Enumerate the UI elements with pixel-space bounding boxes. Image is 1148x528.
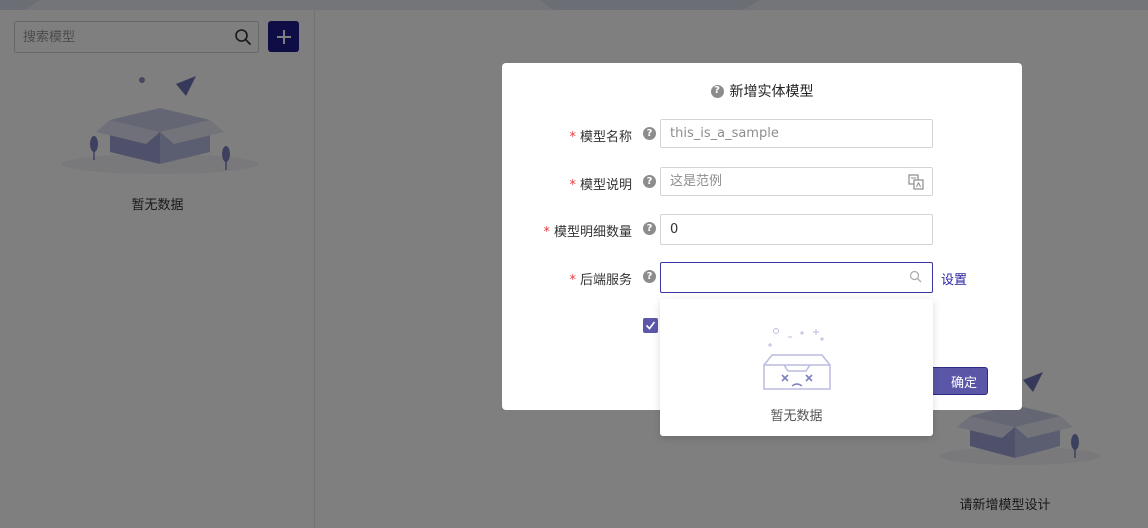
help-icon[interactable]: ? <box>710 84 724 98</box>
detail-count-input[interactable] <box>660 214 933 245</box>
required-mark: * <box>543 225 550 240</box>
translate-icon[interactable] <box>908 174 924 190</box>
help-icon[interactable]: ? <box>643 222 656 235</box>
help-icon[interactable]: ? <box>643 127 656 140</box>
check-icon <box>645 321 656 330</box>
field-row-backend-service: * 后端服务 ? 设置 <box>502 262 1022 293</box>
backend-service-label: * 后端服务 <box>569 273 632 288</box>
option-checkbox[interactable] <box>643 318 658 333</box>
dialog-title: ? 新增实体模型 <box>502 81 1022 101</box>
help-icon[interactable]: ? <box>643 175 656 188</box>
backend-service-select[interactable] <box>660 262 933 293</box>
required-mark: * <box>569 178 576 193</box>
model-name-label: * 模型名称 <box>569 130 632 145</box>
required-mark: * <box>569 130 576 145</box>
dropdown-empty-text: 暂无数据 <box>770 409 823 424</box>
field-row-detail-count: * 模型明细数量 ? <box>502 214 1022 245</box>
dialog-title-text: 新增实体模型 <box>729 84 814 100</box>
settings-link[interactable]: 设置 <box>941 269 967 288</box>
search-icon <box>909 270 922 283</box>
model-description-input[interactable] <box>660 167 933 196</box>
backend-service-dropdown: 暂无数据 <box>660 299 933 436</box>
help-icon[interactable]: ? <box>643 270 656 283</box>
field-row-model-name: * 模型名称 ? <box>502 119 1022 149</box>
detail-count-label: * 模型明细数量 <box>543 225 632 240</box>
model-name-input[interactable] <box>660 119 933 148</box>
model-description-label: * 模型说明 <box>569 178 632 193</box>
required-mark: * <box>569 273 576 288</box>
field-row-model-description: * 模型说明 ? <box>502 167 1022 197</box>
empty-inbox-icon <box>763 328 831 390</box>
